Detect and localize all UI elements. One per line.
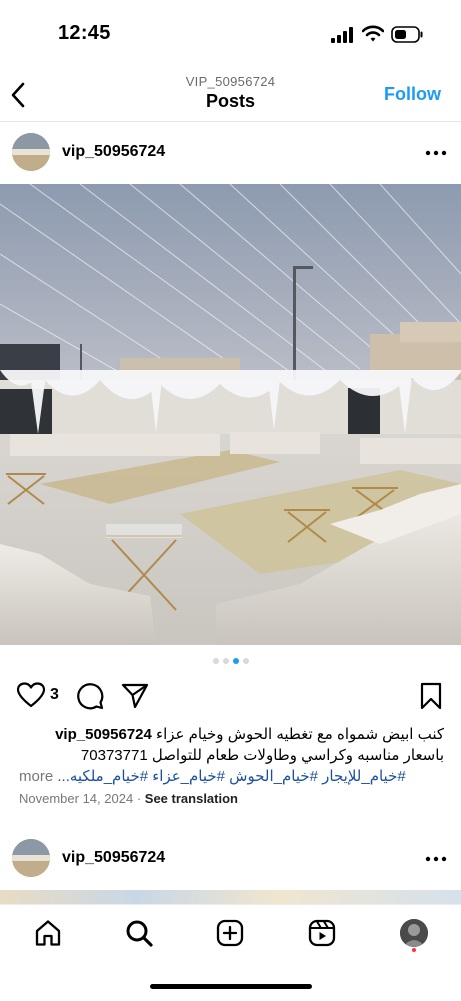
caption-line-3: more #خيام_للإيجار #خيام_الحوش #خيام_عزا… [19,766,444,787]
home-indicator[interactable] [150,984,312,989]
carousel-dot [222,658,229,664]
avatar[interactable] [12,839,50,877]
status-time: 12:45 [58,22,111,44]
post-meta: November 14, 2024 · See translation [19,791,238,806]
reels-icon[interactable] [308,919,336,947]
home-icon[interactable] [34,919,62,947]
caption-username[interactable]: vip_50956724 [55,726,152,743]
post-username[interactable]: vip_50956724 [62,849,165,867]
profile-avatar[interactable] [400,919,428,947]
status-bar: 12:45 [0,0,461,66]
post-username[interactable]: vip_50956724 [62,143,165,161]
tent-courtyard-photo [0,184,461,645]
caption-text-1: كنب ابيض شمواه مع تغطيه الحوش وخيام عزاء [156,726,444,743]
carousel-dot-active [232,658,239,664]
notification-dot [412,948,416,952]
carousel-dot [242,658,249,664]
next-post-header: vip_50956724 [0,828,461,890]
create-icon[interactable] [216,919,244,947]
carousel-dot [212,658,219,664]
like-count[interactable]: 3 [50,686,59,704]
share-icon[interactable] [121,682,149,710]
wifi-icon [362,25,384,42]
caption-line-1: كنب ابيض شمواه مع تغطيه الحوش وخيام عزاء… [19,724,444,745]
avatar-image [12,133,50,171]
post-caption: كنب ابيض شمواه مع تغطيه الحوش وخيام عزاء… [19,724,444,787]
next-post-image[interactable] [0,890,461,904]
post-actions: 3 [0,678,461,714]
more-options-icon[interactable] [425,849,447,869]
profile-photo [400,919,428,947]
post-image[interactable] [0,184,461,645]
more-link[interactable]: more [19,768,53,785]
search-icon[interactable] [125,919,153,947]
see-translation-link[interactable]: See translation [145,791,238,806]
post-header: vip_50956724 [0,122,461,184]
battery-icon [391,26,423,43]
caption-line-2: باسعار مناسبه وكراسي وطاولات طعام للتواص… [80,747,444,764]
follow-button[interactable]: Follow [384,84,441,105]
heart-icon[interactable] [17,682,45,708]
post-date: November 14, 2024 [19,791,134,806]
top-navigation: VIP_50956724 Posts Follow [0,66,461,122]
bookmark-icon[interactable] [419,682,443,710]
meta-separator: · [136,791,142,806]
avatar[interactable] [12,133,50,171]
comment-icon[interactable] [76,682,104,710]
carousel-indicator [0,658,461,668]
signal-icon [331,27,353,43]
more-options-icon[interactable] [425,143,447,163]
hashtags[interactable]: #خيام_للإيجار #خيام_الحوش #خيام_عزاء #خي… [57,768,405,785]
avatar-image [12,839,50,877]
